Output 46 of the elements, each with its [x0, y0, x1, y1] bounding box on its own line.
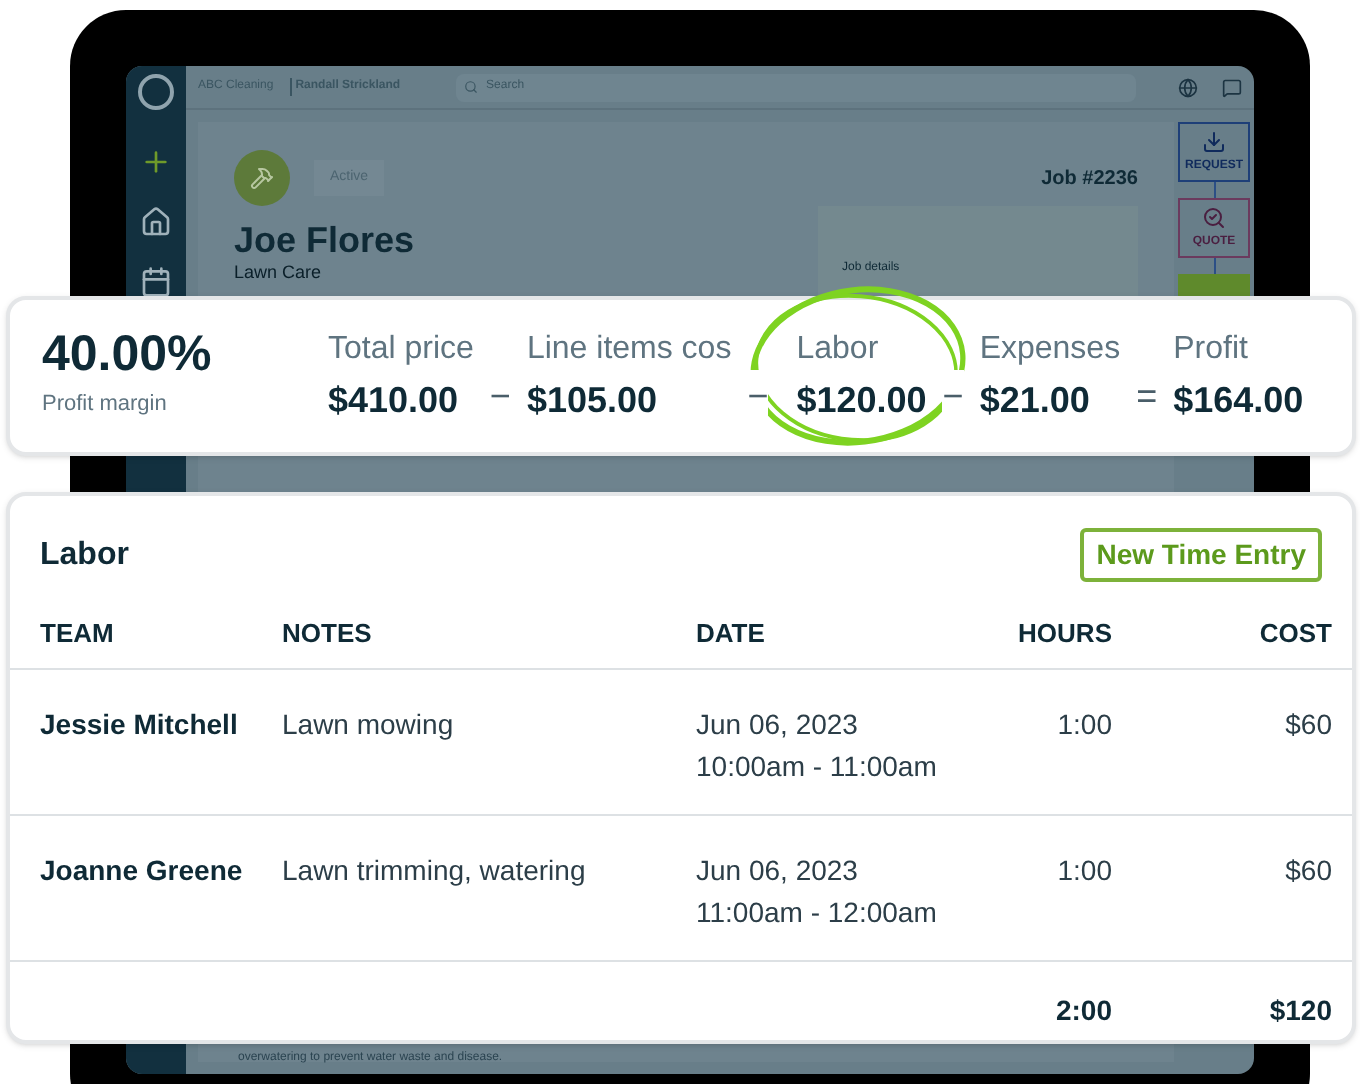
total-cost: $120 — [1269, 991, 1332, 1029]
team-member: Jessie Mitchell — [40, 705, 240, 743]
magnifier-icon — [1202, 205, 1226, 229]
summary-label: Line items cos — [526, 329, 732, 369]
home-icon — [140, 206, 172, 238]
summary-value: $164.00 — [1173, 377, 1304, 423]
chat-icon[interactable] — [1222, 77, 1242, 97]
column-header: NOTES — [282, 616, 374, 652]
globe-icon[interactable] — [1178, 77, 1198, 97]
column-header: DATE — [696, 616, 767, 652]
time-range: 11:00am - 12:00am — [696, 893, 939, 931]
profit-margin-value: 40.00% — [42, 330, 214, 381]
summary-label: Expenses — [979, 329, 1121, 369]
time-range: 10:00am - 11:00am — [696, 747, 939, 785]
search-icon — [464, 80, 479, 94]
labor-title: Labor — [40, 535, 129, 575]
hours-cell-text: 1:00 — [1057, 705, 1112, 743]
summary-label: Total price — [328, 329, 474, 369]
column-header: TEAM — [40, 616, 116, 652]
profit-margin-label: Profit margin — [42, 390, 169, 421]
team-member: Joanne Greene — [40, 851, 245, 889]
hours-cell-text: 1:00 — [1057, 851, 1112, 889]
service-name: Lawn Care — [234, 262, 324, 284]
date-text: Jun 06, 2023 — [696, 705, 860, 743]
summary-label: Profit — [1173, 329, 1250, 369]
calendar-icon — [140, 266, 172, 298]
summary-value: $105.00 — [526, 377, 660, 423]
column-header: HOURS — [1018, 616, 1112, 652]
plus-icon — [140, 146, 172, 178]
job-number: Job #2236 — [1041, 165, 1138, 193]
summary-value: $21.00 — [979, 377, 1092, 423]
logo-icon — [138, 74, 174, 110]
hammer-icon — [250, 166, 274, 190]
download-icon — [1202, 129, 1226, 153]
total-hours: 2:00 — [1055, 991, 1112, 1029]
column-header: COST — [1259, 616, 1332, 652]
new-time-entry-button[interactable]: New Time Entry — [1080, 528, 1322, 582]
client-name: Joe Flores — [234, 218, 415, 262]
table-cell-text: Lawn mowing — [282, 705, 456, 744]
summary-label: Labor — [794, 329, 881, 369]
cost-cell-text: $60 — [1285, 705, 1332, 743]
summary-value: $410.00 — [328, 377, 461, 423]
summary-value: $120.00 — [794, 377, 927, 423]
table-cell-text: Lawn trimming, watering — [282, 851, 588, 890]
date-text: Jun 06, 2023 — [696, 851, 860, 889]
cost-cell-text: $60 — [1285, 851, 1332, 889]
